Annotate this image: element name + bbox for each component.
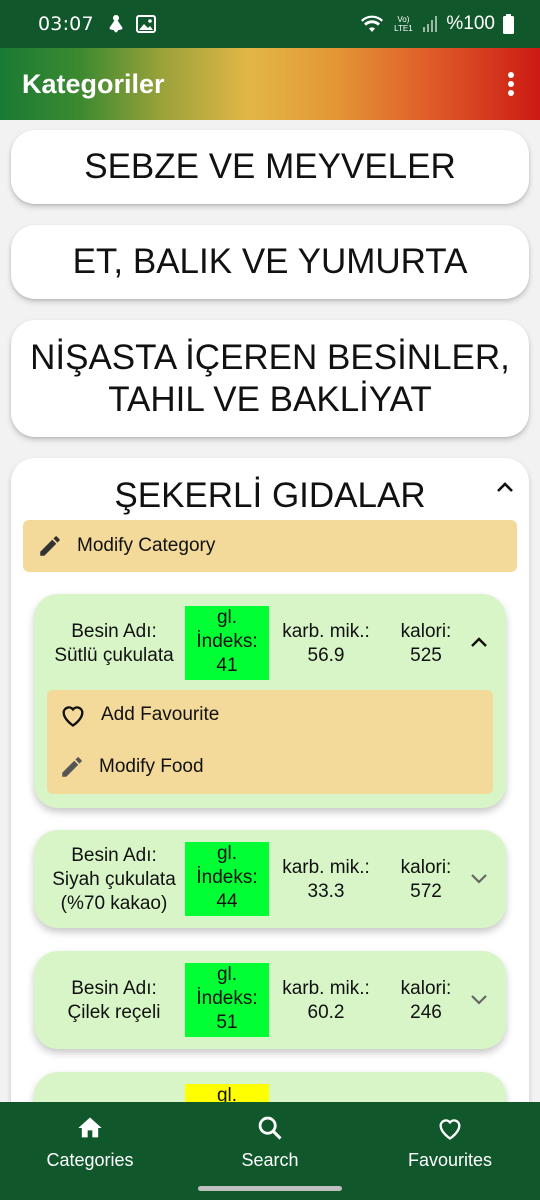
nav-label: Favourites — [407, 1150, 493, 1170]
category-header[interactable]: ŞEKERLİ GIDALAR — [11, 470, 529, 522]
food-name-prefix: Besin Adı: — [71, 621, 157, 642]
category-label: ET, BALIK VE YUMURTA — [72, 242, 468, 281]
carb-value: 60.2 — [307, 1002, 345, 1023]
food-name: Sütlü çukulata — [54, 645, 174, 666]
modify-category-button[interactable]: Modify Category — [23, 520, 517, 572]
modify-category-label: Modify Category — [77, 535, 216, 556]
category-card-sebze[interactable]: SEBZE VE MEYVELER — [11, 130, 529, 204]
gi-box: gl. İndeks: 44 — [185, 842, 269, 916]
category-card-et[interactable]: ET, BALIK VE YUMURTA — [11, 225, 529, 299]
kal-label: kalori: — [400, 978, 452, 999]
kal-label: kalori: — [400, 857, 452, 878]
food-action-panel: Add Favourite Modify Food — [47, 690, 493, 794]
status-time: 03:07 — [38, 13, 94, 35]
chevron-up-icon[interactable] — [470, 636, 488, 648]
carb-value: 33.3 — [307, 881, 345, 902]
gi-value: 51 — [216, 1012, 238, 1033]
chevron-up-icon[interactable] — [495, 480, 515, 494]
category-list[interactable]: SEBZE VE MEYVELER ET, BALIK VE YUMURTA N… — [0, 120, 540, 1102]
category-card-nisasta[interactable]: NİŞASTA İÇEREN BESİNLER, TAHIL VE BAKLİY… — [11, 320, 529, 437]
search-icon — [258, 1116, 282, 1140]
pencil-icon — [62, 757, 82, 777]
overflow-menu-icon[interactable] — [504, 69, 518, 99]
gi-value: 41 — [216, 655, 238, 676]
home-indicator — [198, 1186, 342, 1191]
category-label: SEBZE VE MEYVELER — [84, 147, 456, 186]
pencil-icon — [40, 536, 60, 556]
heart-outline-icon — [439, 1119, 461, 1140]
food-card[interactable]: Besin Adı: Sütlü çukulata gl. İndeks: 41… — [34, 594, 506, 808]
food-name-prefix: Besin Adı: — [71, 978, 157, 999]
chevron-down-icon[interactable] — [470, 873, 488, 885]
modify-food-button[interactable]: Modify Food — [59, 754, 204, 780]
nav-label: Search — [241, 1150, 299, 1170]
carb-label: karb. mik.: — [282, 857, 370, 878]
gi-box: gl. — [185, 1084, 269, 1102]
image-icon — [135, 15, 156, 33]
battery-percent: %100 — [446, 13, 495, 34]
nav-search[interactable]: Search — [180, 1114, 360, 1171]
kal-value: 246 — [410, 1002, 442, 1023]
food-name: Çilek reçeli — [67, 1002, 161, 1023]
modify-food-label: Modify Food — [99, 756, 204, 777]
nav-categories[interactable]: Categories — [0, 1114, 180, 1171]
category-label: ŞEKERLİ GIDALAR — [114, 476, 426, 515]
wifi-icon — [361, 15, 384, 32]
food-name-prefix: Besin Adı: — [71, 845, 157, 866]
network-label: Vo) LTE1 — [394, 15, 413, 33]
gi-box: gl. İndeks: 51 — [185, 963, 269, 1037]
signal-icon — [423, 16, 438, 32]
add-favourite-button[interactable]: Add Favourite — [59, 702, 219, 728]
food-name-line1: Siyah çukulata — [52, 869, 176, 890]
category-label-line1: NİŞASTA İÇEREN BESİNLER, — [30, 337, 510, 377]
nav-label: Categories — [46, 1150, 134, 1170]
app-bar: Kategoriler — [0, 48, 540, 120]
home-icon — [78, 1117, 102, 1138]
add-favourite-label: Add Favourite — [101, 704, 220, 725]
battery-icon — [503, 14, 514, 34]
status-bar: 03:07 Vo) LTE1 %100 — [0, 0, 540, 48]
gi-box: gl. İndeks: 41 — [185, 606, 269, 680]
kal-label: kalori: — [400, 621, 452, 642]
food-card[interactable]: Besin Adı: Çilek reçeli gl. İndeks: 51 k… — [34, 951, 506, 1049]
category-card-sekerli-expanded: ŞEKERLİ GIDALAR Modify Category Besin Ad… — [11, 458, 529, 1102]
heart-outline-icon — [62, 706, 84, 727]
carb-label: karb. mik.: — [282, 621, 370, 642]
gi-value: 44 — [216, 891, 238, 912]
nav-favourites[interactable]: Favourites — [360, 1114, 540, 1171]
carb-value: 56.9 — [307, 645, 345, 666]
kal-value: 572 — [410, 881, 442, 902]
kal-value: 525 — [410, 645, 442, 666]
page-title: Kategoriler — [22, 68, 165, 99]
chevron-down-icon[interactable] — [470, 994, 488, 1006]
category-label-line2: TAHIL VE BAKLİYAT — [108, 379, 432, 419]
food-name-line2: (%70 kakao) — [60, 893, 168, 914]
notification-icon — [109, 15, 123, 33]
food-card[interactable]: gl. — [34, 1072, 506, 1102]
food-card[interactable]: Besin Adı: Siyah çukulata (%70 kakao) gl… — [34, 830, 506, 928]
carb-label: karb. mik.: — [282, 978, 370, 999]
